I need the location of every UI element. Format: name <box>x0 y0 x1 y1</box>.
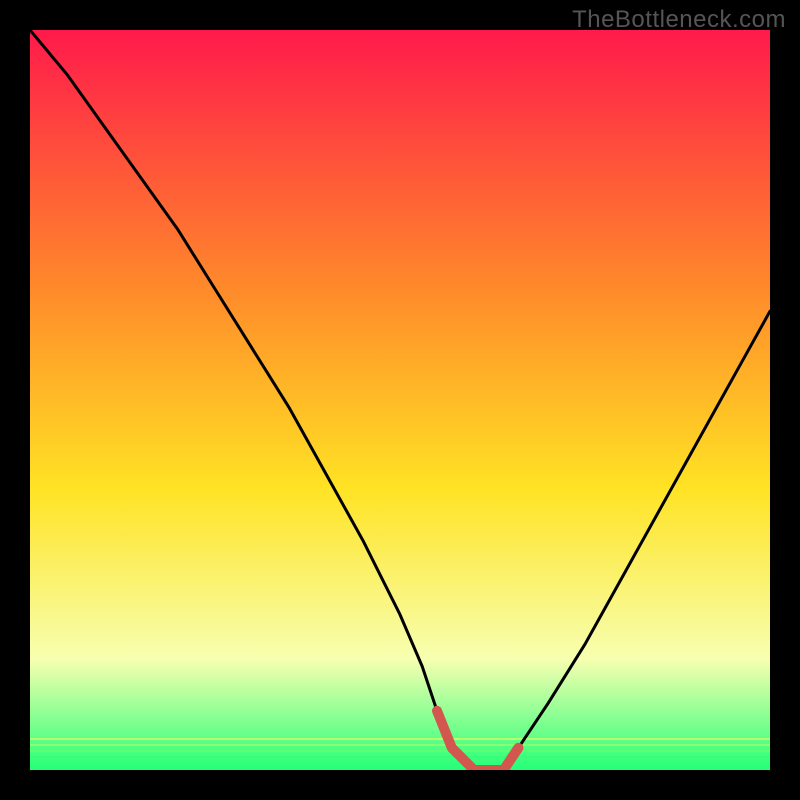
watermark-text: TheBottleneck.com <box>572 6 786 34</box>
plot-area <box>30 30 770 770</box>
gradient-background <box>30 30 770 770</box>
chart-svg <box>30 30 770 770</box>
chart-frame: TheBottleneck.com <box>0 0 800 800</box>
